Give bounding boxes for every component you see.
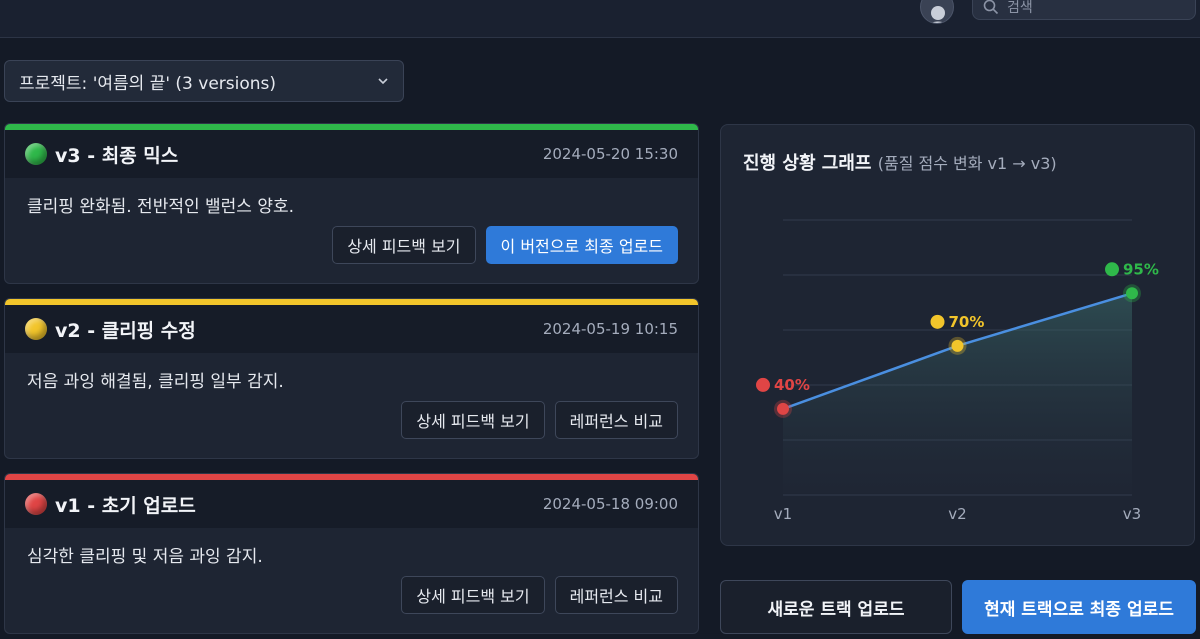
top-bar — [0, 0, 1200, 38]
data-label: 95% — [1123, 260, 1159, 278]
data-label-dot-icon — [756, 377, 770, 392]
version-card-v2: v2 - 클리핑 수정 2024-05-19 10:15 저음 과잉 해결됨, … — [4, 298, 699, 459]
data-point — [777, 402, 789, 415]
version-card-v1: v1 - 초기 업로드 2024-05-18 09:00 심각한 클리핑 및 저… — [4, 473, 699, 634]
data-label: 40% — [774, 376, 810, 394]
card-header: v2 - 클리핑 수정 2024-05-19 10:15 — [5, 305, 698, 353]
view-feedback-button[interactable]: 상세 피드백 보기 — [401, 401, 545, 439]
data-point — [1126, 287, 1138, 300]
compare-reference-button[interactable]: 레퍼런스 비교 — [554, 401, 678, 439]
status-red-icon — [25, 493, 47, 515]
status-yellow-icon — [25, 318, 47, 340]
version-description: 심각한 클리핑 및 저음 과잉 감지. — [27, 547, 263, 567]
project-select[interactable]: 프로젝트: '여름의 끝' (3 versions) — [4, 60, 404, 102]
version-description: 저음 과잉 해결됨, 클리핑 일부 감지. — [27, 372, 284, 392]
project-select-label: 프로젝트: '여름의 끝' (3 versions) — [19, 73, 277, 94]
data-label-dot-icon — [1105, 262, 1119, 277]
view-feedback-button[interactable]: 상세 피드백 보기 — [332, 226, 476, 264]
version-date: 2024-05-18 09:00 — [542, 495, 678, 513]
version-description: 클리핑 완화됨. 전반적인 밸런스 양호. — [27, 197, 295, 217]
search-box[interactable] — [972, 0, 1196, 20]
version-date: 2024-05-20 15:30 — [542, 145, 678, 163]
data-point — [951, 339, 964, 352]
status-green-icon — [25, 143, 47, 165]
user-avatar-icon[interactable] — [920, 0, 954, 24]
version-date: 2024-05-19 10:15 — [542, 320, 678, 338]
card-header: v1 - 초기 업로드 2024-05-18 09:00 — [5, 480, 698, 528]
x-tick-label: v3 — [1123, 505, 1141, 523]
final-upload-current-track-button[interactable]: 현재 트랙으로 최종 업로드 — [962, 580, 1196, 634]
compare-reference-button[interactable]: 레퍼런스 비교 — [554, 576, 678, 614]
x-tick-label: v2 — [948, 505, 966, 523]
progress-line-chart: 40% v1 70% v2 95% v3 — [756, 219, 1159, 523]
view-feedback-button[interactable]: 상세 피드백 보기 — [401, 576, 545, 614]
search-icon — [983, 0, 999, 15]
version-card-v3: v3 - 최종 믹스 2024-05-20 15:30 클리핑 완화됨. 전반적… — [4, 123, 699, 284]
data-label: 70% — [949, 313, 985, 331]
chevron-down-icon — [378, 78, 388, 85]
search-input[interactable] — [1007, 0, 1187, 17]
version-title: v3 - 최종 믹스 — [55, 144, 179, 167]
version-title: v2 - 클리핑 수정 — [55, 319, 196, 342]
final-upload-version-button[interactable]: 이 버전으로 최종 업로드 — [485, 226, 678, 264]
x-tick-label: v1 — [774, 505, 792, 523]
progress-chart-panel: 진행 상황 그래프 (품질 점수 변화 v1 → v3) 40% v1 70% v2 9… — [720, 124, 1195, 546]
upload-new-track-button[interactable]: 새로운 트랙 업로드 — [720, 580, 952, 634]
version-title: v1 - 초기 업로드 — [55, 494, 196, 517]
data-label-dot-icon — [930, 314, 945, 329]
card-header: v3 - 최종 믹스 2024-05-20 15:30 — [5, 130, 698, 178]
